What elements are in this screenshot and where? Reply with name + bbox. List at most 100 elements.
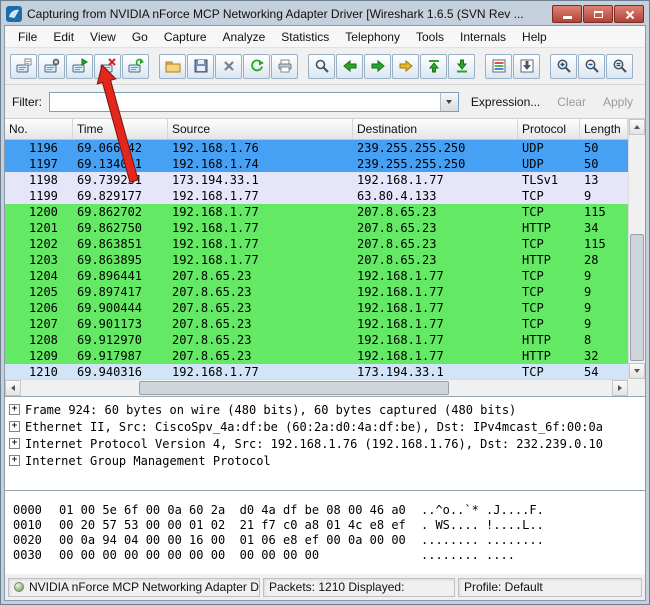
vertical-scroll-thumb[interactable] xyxy=(630,234,644,361)
hex-offset: 0000 xyxy=(13,503,59,518)
column-header[interactable]: No. xyxy=(5,119,73,139)
hex-row[interactable]: 0000 01 00 5e 6f 00 0a 60 2a d0 4a df be… xyxy=(13,503,645,518)
capture-interfaces-button[interactable] xyxy=(10,54,37,79)
capture-interfaces-icon xyxy=(16,58,32,74)
vertical-scrollbar[interactable] xyxy=(628,119,645,379)
column-header[interactable]: Protocol xyxy=(518,119,580,139)
menu-item[interactable]: File xyxy=(10,28,45,46)
vertical-scroll-track[interactable] xyxy=(629,135,645,363)
cell-no: 1204 xyxy=(5,268,73,284)
zoom-out-button[interactable] xyxy=(578,54,605,79)
packet-row[interactable]: 1210 69.940316 192.168.1.77 173.194.33.1… xyxy=(5,364,628,380)
packet-row[interactable]: 1198 69.739231 173.194.33.1 192.168.1.77… xyxy=(5,172,628,188)
menu-item[interactable]: Go xyxy=(124,28,156,46)
find-packet-button[interactable] xyxy=(308,54,335,79)
cell-length: 9 xyxy=(580,284,628,300)
menu-item[interactable]: Analyze xyxy=(215,28,274,46)
menu-item[interactable]: Help xyxy=(514,28,555,46)
menu-item[interactable]: Statistics xyxy=(273,28,337,46)
scroll-down-button[interactable] xyxy=(629,363,645,379)
colorize-button[interactable] xyxy=(485,54,512,79)
auto-scroll-button[interactable] xyxy=(513,54,540,79)
packet-row[interactable]: 1207 69.901173 207.8.65.23 192.168.1.77 … xyxy=(5,316,628,332)
capture-start-button[interactable] xyxy=(66,54,93,79)
column-header[interactable]: Destination xyxy=(353,119,518,139)
close-button[interactable] xyxy=(614,5,644,23)
detail-row[interactable]: Frame 924: 60 bytes on wire (480 bits), … xyxy=(9,401,645,418)
scroll-right-button[interactable] xyxy=(612,380,628,396)
zoom-100-button[interactable] xyxy=(606,54,633,79)
go-to-top-button[interactable] xyxy=(420,54,447,79)
cell-length: 50 xyxy=(580,140,628,156)
packet-row[interactable]: 1202 69.863851 192.168.1.77 207.8.65.23 … xyxy=(5,236,628,252)
capture-stop-button[interactable] xyxy=(94,54,121,79)
cell-source: 192.168.1.77 xyxy=(168,220,353,236)
capture-restart-button[interactable] xyxy=(122,54,149,79)
column-header[interactable]: Time xyxy=(73,119,168,139)
go-to-bottom-button[interactable] xyxy=(448,54,475,79)
packet-row[interactable]: 1199 69.829177 192.168.1.77 63.80.4.133 … xyxy=(5,188,628,204)
packet-row[interactable]: 1205 69.897417 207.8.65.23 192.168.1.77 … xyxy=(5,284,628,300)
expand-plus-icon[interactable] xyxy=(9,421,20,432)
packet-row[interactable]: 1206 69.900444 207.8.65.23 192.168.1.77 … xyxy=(5,300,628,316)
scroll-up-button[interactable] xyxy=(629,119,645,135)
packet-row[interactable]: 1203 69.863895 192.168.1.77 207.8.65.23 … xyxy=(5,252,628,268)
cell-no: 1198 xyxy=(5,172,73,188)
go-forward-button[interactable] xyxy=(364,54,391,79)
detail-row[interactable]: Internet Protocol Version 4, Src: 192.16… xyxy=(9,435,645,452)
titlebar[interactable]: Capturing from NVIDIA nForce MCP Network… xyxy=(4,3,646,25)
packet-row[interactable]: 1208 69.912970 207.8.65.23 192.168.1.77 … xyxy=(5,332,628,348)
packet-row[interactable]: 1204 69.896441 207.8.65.23 192.168.1.77 … xyxy=(5,268,628,284)
print-button[interactable] xyxy=(271,54,298,79)
expand-plus-icon[interactable] xyxy=(9,438,20,449)
horizontal-scroll-track[interactable] xyxy=(21,380,612,396)
save-file-button[interactable] xyxy=(187,54,214,79)
menu-item[interactable]: View xyxy=(82,28,124,46)
clear-button[interactable]: Clear xyxy=(552,93,591,111)
triangle-up-icon xyxy=(634,125,640,129)
horizontal-scroll-thumb[interactable] xyxy=(139,381,448,395)
display-group xyxy=(485,54,540,79)
close-file-button[interactable] xyxy=(215,54,242,79)
maximize-button[interactable] xyxy=(583,5,613,23)
zoom-in-button[interactable] xyxy=(550,54,577,79)
detail-row[interactable]: Internet Group Management Protocol xyxy=(9,452,645,469)
minimize-button[interactable] xyxy=(552,5,582,23)
cell-source: 207.8.65.23 xyxy=(168,284,353,300)
column-header[interactable]: Length xyxy=(580,119,628,139)
cell-time: 69.066042 xyxy=(73,140,168,156)
horizontal-scrollbar[interactable] xyxy=(5,379,628,396)
menu-item[interactable]: Internals xyxy=(452,28,514,46)
column-header[interactable]: Source xyxy=(168,119,353,139)
expression-button[interactable]: Expression... xyxy=(466,93,545,111)
triangle-right-icon xyxy=(618,385,622,391)
scroll-left-button[interactable] xyxy=(5,380,21,396)
apply-button[interactable]: Apply xyxy=(598,93,638,111)
reload-button[interactable] xyxy=(243,54,270,79)
cell-source: 192.168.1.77 xyxy=(168,204,353,220)
open-file-button[interactable] xyxy=(159,54,186,79)
window-title: Capturing from NVIDIA nForce MCP Network… xyxy=(27,7,547,21)
filter-dropdown-button[interactable] xyxy=(440,93,458,111)
detail-row[interactable]: Ethernet II, Src: CiscoSpv_4a:df:be (60:… xyxy=(9,418,645,435)
go-back-button[interactable] xyxy=(336,54,363,79)
packet-row[interactable]: 1209 69.917987 207.8.65.23 192.168.1.77 … xyxy=(5,348,628,364)
packet-row[interactable]: 1201 69.862750 192.168.1.77 207.8.65.23 … xyxy=(5,220,628,236)
expert-info-icon[interactable] xyxy=(14,582,24,592)
expand-plus-icon[interactable] xyxy=(9,455,20,466)
menu-item[interactable]: Capture xyxy=(156,28,215,46)
menu-item[interactable]: Edit xyxy=(45,28,82,46)
menu-item[interactable]: Tools xyxy=(408,28,452,46)
menu-item[interactable]: Telephony xyxy=(337,28,408,46)
expand-plus-icon[interactable] xyxy=(9,404,20,415)
go-to-packet-button[interactable] xyxy=(392,54,419,79)
packet-row[interactable]: 1197 69.134051 192.168.1.74 239.255.255.… xyxy=(5,156,628,172)
packet-row[interactable]: 1200 69.862702 192.168.1.77 207.8.65.23 … xyxy=(5,204,628,220)
filter-input[interactable] xyxy=(50,93,440,111)
packet-row[interactable]: 1196 69.066042 192.168.1.76 239.255.255.… xyxy=(5,140,628,156)
hex-row[interactable]: 0010 00 20 57 53 00 00 01 02 21 f7 c0 a8… xyxy=(13,518,645,533)
hex-row[interactable]: 0030 00 00 00 00 00 00 00 00 00 00 00 00… xyxy=(13,548,645,563)
profile-segment[interactable]: Profile: Default xyxy=(458,578,642,597)
capture-options-button[interactable] xyxy=(38,54,65,79)
hex-row[interactable]: 0020 00 0a 94 04 00 00 16 00 01 06 e8 ef… xyxy=(13,533,645,548)
